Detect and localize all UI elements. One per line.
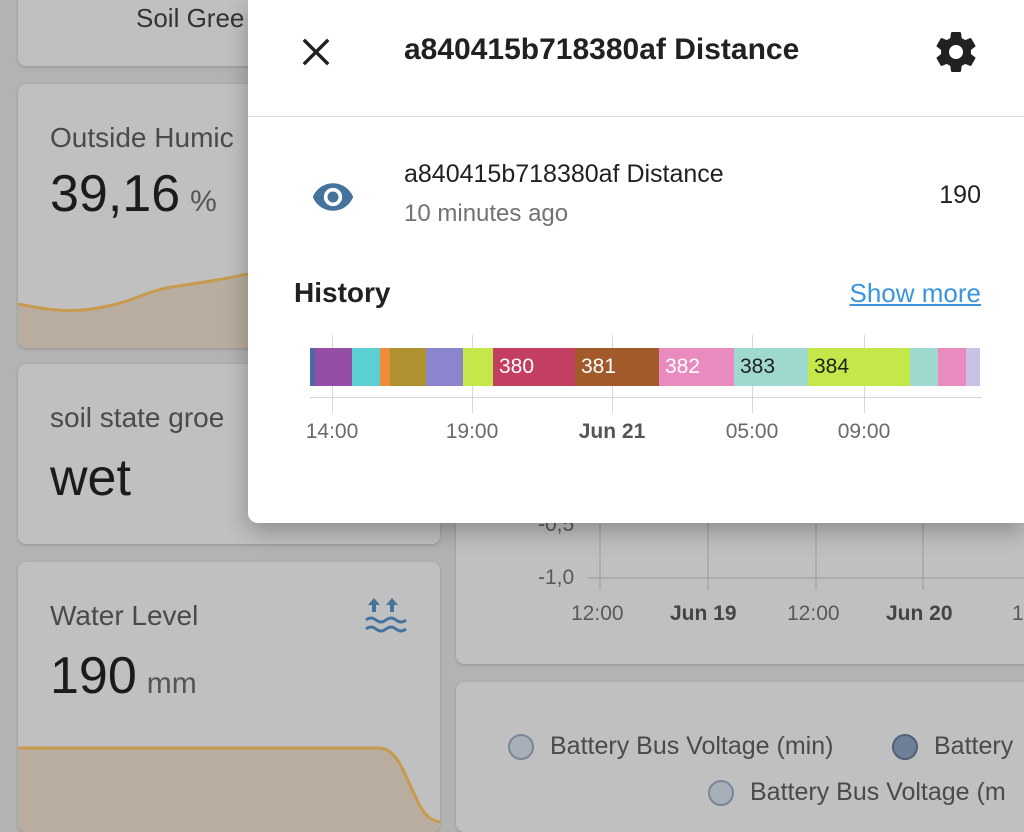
timeline-segment[interactable] — [426, 348, 463, 386]
legend-dot — [892, 733, 918, 760]
timeline-axis-label: 05:00 — [725, 420, 779, 443]
water-level-icon — [365, 598, 407, 633]
timeline-segment[interactable] — [380, 348, 390, 386]
timeline-axis-label: 14:00 — [305, 420, 359, 443]
timeline-axis-label: 09:00 — [837, 420, 891, 443]
segment-label: 380 — [499, 355, 535, 378]
timeline-segment[interactable] — [966, 348, 980, 386]
more-info-dialog: a840415b718380af Distance a840415b718380… — [248, 0, 1024, 523]
timeline-segment[interactable]: 380 — [493, 348, 575, 386]
water-level-sparkline — [18, 746, 440, 832]
legend-dot — [508, 733, 534, 760]
entity-state: 190 — [939, 181, 981, 209]
timeline-segment[interactable] — [352, 348, 380, 386]
battery-legend-card[interactable]: Battery Bus Voltage (min) Battery Batter… — [456, 682, 1024, 832]
legend-label: Battery Bus Voltage (m — [750, 778, 1006, 806]
dialog-title: a840415b718380af Distance — [404, 33, 800, 66]
eye-icon — [312, 183, 354, 211]
legend-item[interactable]: Battery Bus Voltage (m — [708, 778, 1006, 807]
timeline-axis — [310, 397, 982, 398]
timeline-segment[interactable] — [463, 348, 493, 386]
segment-label: 384 — [814, 355, 850, 378]
show-more-link[interactable]: Show more — [850, 278, 982, 309]
x-tick-label: 12:00 — [787, 602, 840, 625]
card-value-number: 190 — [50, 647, 137, 705]
segment-label: 381 — [581, 355, 617, 378]
card-name: Soil Gree — [136, 3, 245, 33]
card-value-number: 39,16 — [50, 165, 181, 223]
segment-label: 382 — [665, 355, 701, 378]
legend-item[interactable]: Battery Bus Voltage (min) — [508, 732, 833, 761]
card-value: wet — [50, 449, 131, 507]
card-name: Water Level — [50, 600, 199, 631]
timeline-segment[interactable]: 382 — [659, 348, 734, 386]
legend-dot — [708, 779, 734, 806]
timeline-axis-label: 19:00 — [445, 420, 499, 443]
timeline-segment[interactable] — [910, 348, 938, 386]
x-tick-label: 12 — [1012, 602, 1024, 625]
y-tick-label: -1,0 — [538, 566, 575, 589]
card-value: 190 mm — [50, 646, 197, 706]
card-unit: mm — [146, 667, 197, 700]
history-title: History — [294, 277, 391, 308]
entity-last-changed: 10 minutes ago — [404, 200, 569, 227]
settings-button[interactable] — [932, 28, 980, 76]
legend-label: Battery — [934, 732, 1014, 760]
timeline-segment[interactable]: 381 — [575, 348, 659, 386]
card-value: 39,16% — [50, 164, 217, 224]
card-unit: % — [190, 185, 217, 218]
x-tick-label: 12:00 — [571, 602, 624, 625]
dialog-header: a840415b718380af Distance — [248, 0, 1024, 117]
gear-icon — [936, 32, 976, 72]
water-level-card[interactable]: Water Level 190 mm — [18, 562, 440, 832]
x-tick-label: Jun 20 — [886, 602, 953, 625]
card-name: soil state groe — [50, 402, 225, 433]
timeline-segment[interactable]: 384 — [808, 348, 910, 386]
timeline-segment[interactable] — [390, 348, 426, 386]
timeline-segment[interactable] — [315, 348, 352, 386]
close-icon — [302, 38, 330, 66]
x-tick-label: Jun 19 — [670, 602, 737, 625]
timeline-segment[interactable] — [938, 348, 966, 386]
timeline-segment[interactable]: 383 — [734, 348, 808, 386]
timeline-axis-label: Jun 21 — [578, 420, 646, 443]
legend-label: Battery Bus Voltage (min) — [550, 732, 834, 760]
legend-item[interactable]: Battery — [892, 732, 1013, 761]
segment-label: 383 — [740, 355, 776, 378]
card-name: Outside Humic — [50, 122, 234, 153]
entity-name: a840415b718380af Distance — [404, 160, 724, 188]
history-timeline[interactable]: 380 381 382 383 384 14:00 19:00 Jun 21 0… — [306, 330, 982, 460]
close-button[interactable] — [292, 28, 340, 76]
